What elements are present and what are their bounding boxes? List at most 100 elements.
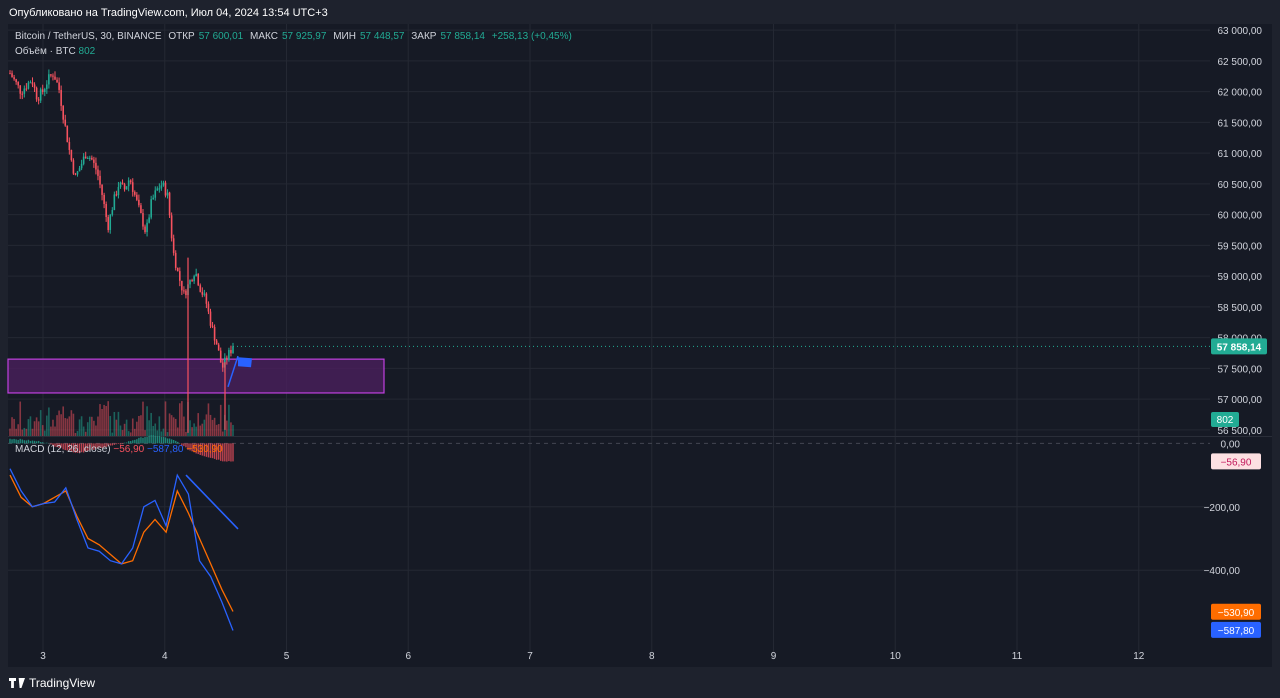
candle-body xyxy=(164,182,167,196)
macd-histogram-bar xyxy=(164,437,167,444)
time-tick-label: 5 xyxy=(284,651,290,662)
candle-body xyxy=(133,191,136,195)
macd-histogram-bar xyxy=(136,439,138,444)
time-tick-label: 10 xyxy=(890,651,902,662)
candle-body xyxy=(72,160,75,174)
volume-bar xyxy=(199,425,202,436)
candle-body xyxy=(15,79,17,83)
volume-bar xyxy=(119,425,122,436)
candle-body xyxy=(185,290,187,296)
brand[interactable]: TradingView xyxy=(9,676,95,690)
candle-body xyxy=(37,99,40,101)
candle-body xyxy=(56,79,58,83)
candle-body xyxy=(48,74,50,85)
macd-histogram-bar xyxy=(140,437,142,444)
high-label: МАКС xyxy=(250,31,278,42)
candle-body xyxy=(60,89,62,106)
candle-body xyxy=(226,357,228,360)
volume-bar xyxy=(33,421,36,436)
volume-bar xyxy=(11,417,13,436)
candle-body xyxy=(91,157,93,160)
volume-bar xyxy=(13,418,15,436)
candle-body xyxy=(13,77,15,80)
candle-body xyxy=(213,326,216,341)
volume-bar xyxy=(133,428,136,436)
volume-bar xyxy=(228,404,230,436)
candle-body xyxy=(181,280,183,291)
candle-body xyxy=(103,194,105,204)
volume-bar xyxy=(109,415,112,436)
volume-bar xyxy=(68,416,71,436)
volume-bar xyxy=(209,414,212,436)
volume-bar xyxy=(70,410,73,436)
candle-body xyxy=(84,156,87,159)
price-tick-label: 60 000,00 xyxy=(1218,211,1263,222)
tradingview-logo-icon xyxy=(9,678,25,688)
volume-bar xyxy=(125,419,128,436)
macd-histogram-bar xyxy=(154,435,156,444)
candle-body xyxy=(117,186,120,196)
volume-bar xyxy=(213,417,216,436)
candle-body xyxy=(142,213,144,227)
candle-body xyxy=(138,199,140,206)
volume-bar xyxy=(154,423,157,436)
candle-body xyxy=(50,74,52,76)
volume-bar xyxy=(136,421,138,436)
candle-body xyxy=(109,214,112,230)
volume-bar xyxy=(176,427,179,436)
volume-bar xyxy=(23,427,26,436)
candle-body xyxy=(197,273,200,286)
volume-bar xyxy=(76,431,79,436)
candle-body xyxy=(41,89,44,93)
macd-histogram-bar xyxy=(138,437,140,444)
volume-bar xyxy=(160,431,163,436)
candle-body xyxy=(154,190,157,198)
volume-bar xyxy=(197,413,200,436)
macd-tick-label: −200,00 xyxy=(1204,503,1241,514)
volume-bar xyxy=(88,416,91,436)
price-tick-label: 59 000,00 xyxy=(1218,272,1263,283)
volume-bar xyxy=(50,426,52,436)
candle-body xyxy=(113,194,116,211)
macd-histogram-bar xyxy=(148,435,150,444)
macd-legend: MACD (12, 26, close) −56,90 −587,80 −530… xyxy=(15,444,223,455)
candle-body xyxy=(179,271,181,281)
volume-bar xyxy=(64,418,67,436)
candle-body xyxy=(152,197,155,200)
candle-body xyxy=(58,82,60,90)
candle-body xyxy=(99,175,101,185)
volume-bar xyxy=(84,431,87,436)
volume-bar xyxy=(56,415,58,436)
candle-body xyxy=(27,82,30,89)
volume-bar xyxy=(150,412,152,436)
macd-histogram-bar xyxy=(146,436,148,444)
candle-body xyxy=(215,340,218,345)
candle-body xyxy=(156,188,159,191)
price-tick-label: 62 000,00 xyxy=(1218,88,1263,99)
candle-body xyxy=(193,276,195,282)
divergence-trendline xyxy=(185,474,239,530)
volume-bar xyxy=(95,425,97,436)
candle-body xyxy=(105,203,107,218)
macd-histogram-bar xyxy=(19,438,21,444)
volume-bar xyxy=(185,431,187,436)
volume-tag-label: 802 xyxy=(1217,415,1234,426)
macd-histogram-bar xyxy=(224,443,226,462)
volume-bar xyxy=(35,417,38,436)
open-value: 57 600,01 xyxy=(198,31,244,42)
candle-body xyxy=(230,350,232,354)
volume-bar xyxy=(158,416,161,436)
volume-bar xyxy=(97,416,99,436)
macd-histogram-bar xyxy=(230,443,232,462)
candle-body xyxy=(43,89,46,93)
volume-bar xyxy=(27,419,30,436)
macd-histogram-bar xyxy=(232,443,234,462)
macd-histogram-bar xyxy=(156,436,159,444)
candle-body xyxy=(131,182,134,192)
macd-histogram-bar xyxy=(144,437,146,444)
price-chart[interactable]: 63 000,00 62 500,00 62 000,00 61 500,00 61 0… xyxy=(0,0,1280,698)
volume-bar xyxy=(113,411,116,436)
candle-body xyxy=(70,149,73,161)
volume-bar xyxy=(127,431,130,436)
volume-bar xyxy=(123,423,126,436)
